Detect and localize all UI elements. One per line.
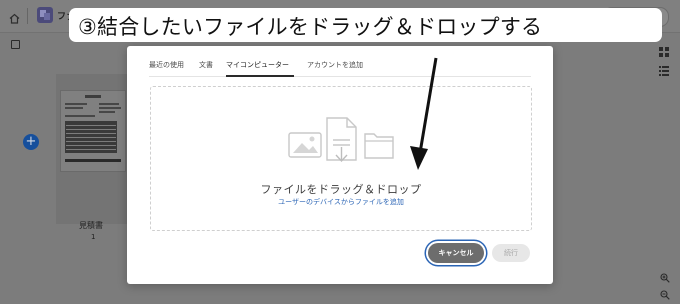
- annotation-arrow: [410, 57, 438, 170]
